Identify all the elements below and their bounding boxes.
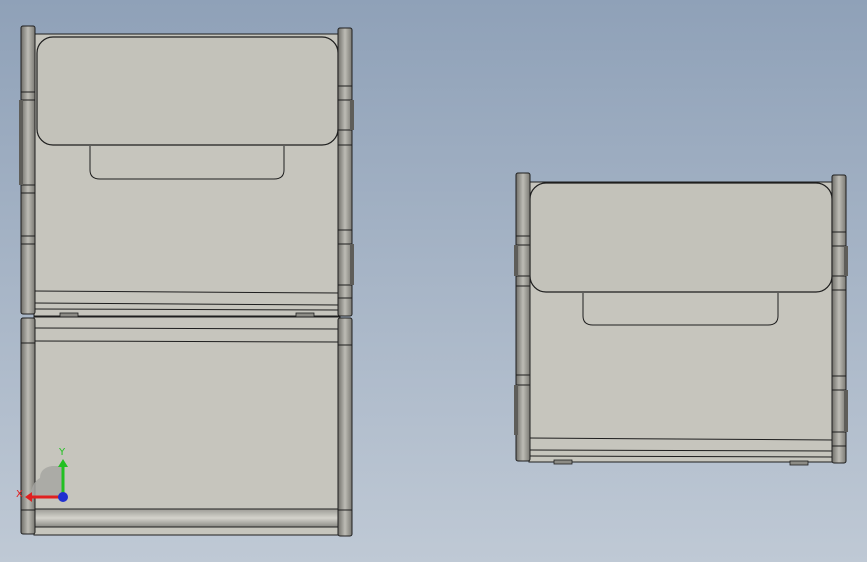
upper-link-pin [59, 312, 79, 318]
side-link-bar [515, 172, 531, 462]
chain-assembly-right[interactable] [514, 172, 848, 466]
side-link-shadow [350, 100, 354, 130]
side-link-shadow [844, 246, 848, 276]
right-link-slot [582, 293, 779, 326]
right-link-cover-panel [529, 182, 833, 293]
right-link-pin [553, 459, 573, 465]
side-link-shadow [514, 385, 518, 435]
lower-link-plate [33, 316, 341, 536]
side-link-bar [831, 174, 847, 464]
side-link-shadow [844, 390, 848, 432]
lower-link-roller [33, 508, 341, 528]
side-link-shadow [19, 100, 23, 185]
side-link-bar [337, 27, 353, 317]
model-scene[interactable]: Y X [0, 0, 867, 562]
right-link-pin [789, 460, 809, 466]
upper-link-cover-panel [36, 36, 339, 146]
triad-y-label: Y [58, 447, 66, 458]
side-link-shadow [350, 244, 354, 285]
side-link-bar [20, 317, 36, 535]
cad-graphics-viewport[interactable]: Y X [0, 0, 867, 562]
chain-assembly-left[interactable] [19, 25, 354, 537]
side-link-bar [20, 25, 36, 315]
upper-link-pin [295, 312, 315, 318]
side-link-shadow [514, 245, 518, 276]
upper-link-slot [89, 146, 285, 180]
lower-link[interactable] [33, 316, 341, 536]
triad-z-axis [58, 492, 68, 502]
triad-x-label: X [16, 489, 23, 500]
side-link-bar [337, 317, 353, 537]
upper-link[interactable] [33, 33, 341, 318]
